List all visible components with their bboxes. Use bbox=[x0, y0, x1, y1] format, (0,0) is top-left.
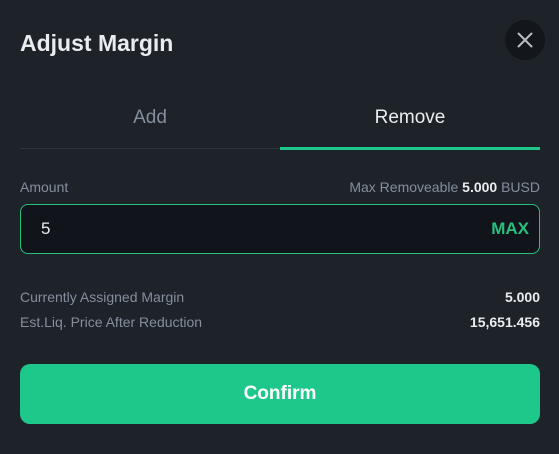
close-button[interactable] bbox=[505, 20, 545, 60]
confirm-button[interactable]: Confirm bbox=[20, 364, 540, 424]
max-removeable-unit: BUSD bbox=[501, 179, 540, 195]
margin-tabs: Add Remove bbox=[20, 88, 540, 150]
liq-price-value: 15,651.456 bbox=[469, 314, 540, 330]
tab-remove[interactable]: Remove bbox=[280, 88, 540, 150]
liq-price-row: Est.Liq. Price After Reduction 15,651.45… bbox=[20, 312, 540, 332]
liq-price-label: Est.Liq. Price After Reduction bbox=[20, 314, 203, 330]
adjust-margin-dialog: Adjust Margin Add Remove Amount Max Remo… bbox=[0, 0, 559, 454]
max-removeable-label: Max Removeable bbox=[349, 179, 459, 195]
amount-label: Amount bbox=[20, 179, 69, 195]
assigned-margin-value: 5.000 bbox=[504, 289, 540, 305]
assigned-margin-row: Currently Assigned Margin 5.000 bbox=[20, 287, 540, 307]
amount-header: Amount Max Removeable 5.000 BUSD bbox=[20, 177, 540, 197]
assigned-margin-label: Currently Assigned Margin bbox=[20, 289, 185, 305]
max-button[interactable]: MAX bbox=[481, 219, 529, 239]
close-icon bbox=[517, 32, 533, 48]
tab-add[interactable]: Add bbox=[20, 88, 280, 148]
amount-input-container: MAX bbox=[20, 204, 540, 254]
max-removeable-value: 5.000 bbox=[462, 179, 498, 195]
amount-input[interactable] bbox=[41, 205, 482, 253]
max-removeable-info: Max Removeable 5.000 BUSD bbox=[349, 177, 540, 197]
dialog-title: Adjust Margin bbox=[20, 30, 174, 56]
